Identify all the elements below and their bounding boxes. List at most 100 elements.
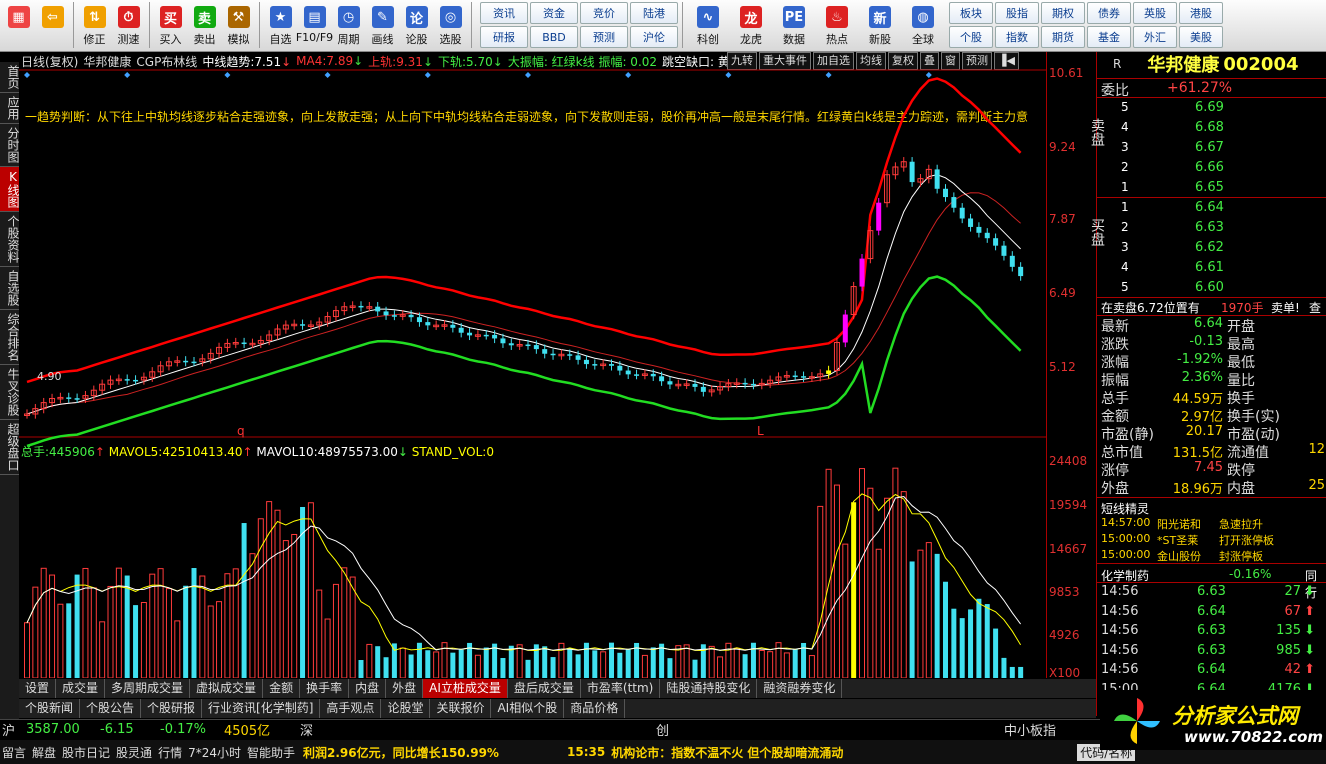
toolbar-button-8[interactable]: ▤ F10/F9	[296, 2, 333, 50]
indicator-tab[interactable]: 外盘	[386, 679, 424, 698]
book-price[interactable]: 6.67	[1195, 140, 1224, 155]
toolbar-button-3[interactable]: ⏱ 测速	[112, 2, 145, 50]
elf-row[interactable]: 14:57:00 阳光诺和 急速拉升	[1097, 516, 1326, 532]
indicator-tab[interactable]: 陆股通持股变化	[660, 679, 758, 698]
book-price[interactable]: 6.63	[1195, 220, 1224, 235]
toolbar-button-9[interactable]: ◷ 周期	[332, 2, 365, 50]
grid-button[interactable]: 债券	[1087, 2, 1131, 24]
status-item[interactable]: 留言	[2, 744, 26, 761]
left-tab-1[interactable]: 应用	[0, 93, 20, 124]
elf-row[interactable]: 15:00:00 金山股份 封涨停板	[1097, 548, 1326, 564]
toolbar-button-1[interactable]: ⇦	[36, 2, 69, 50]
grid-button[interactable]: 美股	[1179, 26, 1223, 48]
toolbar-button-7[interactable]: ★ 自选	[264, 2, 297, 50]
info-tab[interactable]: 个股公告	[80, 699, 142, 718]
event-marker-icon[interactable]	[725, 72, 732, 78]
info-tab[interactable]: 关联报价	[430, 699, 492, 718]
elf-row[interactable]: 15:00:00 *ST圣莱 打开涨停板	[1097, 532, 1326, 548]
info-tab[interactable]: AI相似个股	[491, 699, 565, 718]
event-marker-icon[interactable]	[625, 72, 632, 78]
toolbar-button-5[interactable]: 卖卖出	[188, 2, 221, 50]
left-tab-6[interactable]: 综合排名	[0, 310, 20, 365]
left-tab-4[interactable]: 个股资料	[0, 212, 20, 267]
left-tab-0[interactable]: 首页	[0, 62, 20, 93]
info-tab[interactable]: 行业资讯[化学制药]	[202, 699, 321, 718]
event-marker-icon[interactable]	[424, 72, 431, 78]
status-item[interactable]: 7*24小时	[188, 744, 241, 761]
grid-button[interactable]: BBD	[530, 26, 578, 48]
grid-button[interactable]: 资金	[530, 2, 578, 24]
toolbar-button-2[interactable]: ⇅ 修正	[78, 2, 111, 50]
toolbar-button-6[interactable]: ⚒ 模拟	[222, 2, 255, 50]
toolbar-button-0[interactable]: ▦	[2, 2, 35, 50]
grid-button[interactable]: 期权	[1041, 2, 1085, 24]
zx-label[interactable]: 中小板指	[1004, 720, 1064, 739]
toolbar-mid-button-3[interactable]: ♨ 热点	[816, 2, 858, 50]
indicator-tab[interactable]: 内盘	[349, 679, 387, 698]
news-text[interactable]: 机构论市：指数不温不火 但个股却暗流涌动	[611, 744, 1071, 761]
left-tab-8[interactable]: 超级盘口	[0, 420, 20, 475]
info-tab[interactable]: 论股堂	[381, 699, 431, 718]
grid-button[interactable]: 陆港	[630, 2, 678, 24]
book-price[interactable]: 6.68	[1195, 120, 1224, 135]
toolbar-mid-button-2[interactable]: PE 数据	[773, 2, 815, 50]
toolbar-button-11[interactable]: 论论股	[400, 2, 433, 50]
grid-button[interactable]: 港股	[1179, 2, 1223, 24]
indicator-tab[interactable]: 盘后成交量	[508, 679, 581, 698]
indicator-tab[interactable]: 虚拟成交量	[190, 679, 264, 698]
indicator-tab[interactable]: 多周期成交量	[105, 679, 191, 698]
book-price[interactable]: 6.65	[1195, 180, 1224, 195]
left-tab-5[interactable]: 自选股	[0, 267, 20, 310]
grid-button[interactable]: 沪伦	[630, 26, 678, 48]
indicator-tab[interactable]: 换手率	[300, 679, 350, 698]
info-tab[interactable]: 商品价格	[564, 699, 626, 718]
grid-button[interactable]: 股指	[995, 2, 1039, 24]
info-tab[interactable]: 个股研报	[141, 699, 203, 718]
status-item[interactable]: 股灵通	[116, 744, 152, 761]
left-tab-3[interactable]: K线图	[0, 167, 20, 212]
status-item[interactable]: 解盘	[32, 744, 56, 761]
grid-button[interactable]: 基金	[1087, 26, 1131, 48]
sector-name[interactable]: 化学制药	[1101, 567, 1149, 584]
event-marker-icon[interactable]	[525, 72, 531, 78]
toolbar-mid-button-1[interactable]: 龙龙虎	[730, 2, 772, 50]
status-item[interactable]: 行情	[158, 744, 182, 761]
book-price[interactable]: 6.61	[1195, 260, 1224, 275]
grid-button[interactable]: 板块	[949, 2, 993, 24]
big-order-view[interactable]: 查	[1309, 299, 1321, 316]
status-item[interactable]: 智能助手	[247, 744, 295, 761]
event-marker-icon[interactable]	[24, 72, 30, 78]
indicator-tab[interactable]: 市盈率(ttm)	[581, 679, 661, 698]
toolbar-mid-button-0[interactable]: ∿ 科创	[687, 2, 729, 50]
toolbar-mid-button-4[interactable]: 新新股	[859, 2, 901, 50]
event-marker-icon[interactable]	[224, 72, 231, 78]
kline-svg[interactable]	[19, 52, 1046, 678]
toolbar-button-12[interactable]: ◎ 选股	[434, 2, 467, 50]
toolbar-button-10[interactable]: ✎ 画线	[366, 2, 399, 50]
book-price[interactable]: 6.64	[1195, 200, 1224, 215]
indicator-tab[interactable]: 融资融券变化	[757, 679, 843, 698]
book-price[interactable]: 6.60	[1195, 280, 1224, 295]
event-marker-icon[interactable]	[324, 72, 331, 78]
grid-button[interactable]: 外汇	[1133, 26, 1177, 48]
grid-button[interactable]: 预测	[580, 26, 628, 48]
info-tab[interactable]: 高手观点	[320, 699, 382, 718]
grid-button[interactable]: 竞价	[580, 2, 628, 24]
grid-button[interactable]: 指数	[995, 26, 1039, 48]
event-marker-icon[interactable]	[124, 72, 131, 78]
profit-news[interactable]: 利润2.96亿元，同比增长150.99%	[303, 744, 561, 761]
book-price[interactable]: 6.66	[1195, 160, 1224, 175]
toolbar-button-4[interactable]: 买买入	[154, 2, 187, 50]
grid-button[interactable]: 资讯	[480, 2, 528, 24]
grid-button[interactable]: 研报	[480, 26, 528, 48]
event-marker-icon[interactable]	[925, 72, 932, 78]
info-tab[interactable]: 个股新闻	[19, 699, 81, 718]
indicator-tab[interactable]: AI立桩成交量	[423, 679, 508, 698]
grid-button[interactable]: 期货	[1041, 26, 1085, 48]
status-item[interactable]: 股市日记	[62, 744, 110, 761]
book-price[interactable]: 6.62	[1195, 240, 1224, 255]
grid-button[interactable]: 个股	[949, 26, 993, 48]
kline-chart-area[interactable]: 日线(复权) 华邦健康 CGP布林线 中线趋势:7.51↓ MA4:7.89↓ …	[19, 52, 1046, 678]
indicator-tab[interactable]: 设置	[19, 679, 57, 698]
book-price[interactable]: 6.69	[1195, 100, 1224, 115]
